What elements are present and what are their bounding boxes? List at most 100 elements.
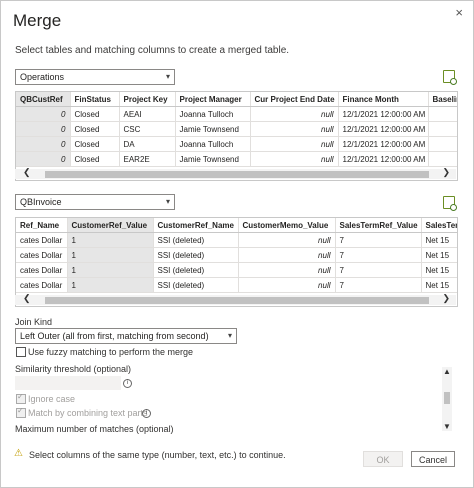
info-icon: i [123, 379, 132, 388]
table-cell: 1 [67, 232, 154, 248]
table-cell [428, 106, 457, 122]
scroll-left-icon[interactable]: ❮ [23, 167, 31, 178]
table-cell: null [250, 136, 339, 152]
column-header[interactable]: CustomerRef_Value [67, 218, 154, 233]
ok-button[interactable]: OK [363, 451, 403, 467]
scroll-left-icon[interactable]: ❮ [23, 293, 31, 304]
column-header[interactable]: Finance Month [338, 92, 429, 107]
table-row: cates Dollar 1 SSI (deleted) null 7 Net 15 [16, 262, 457, 278]
first-table-hscroll[interactable]: ❮ ❯ [15, 167, 456, 179]
table-row: cates Dollar 1 SSI (deleted) null 7 Net 15 [16, 247, 457, 263]
chevron-down-icon: ▾ [227, 331, 232, 340]
column-header[interactable]: CustomerRef_Name [153, 218, 239, 233]
second-table-hscroll[interactable]: ❮ ❯ [15, 293, 456, 305]
table-cell: Net 15 [421, 262, 457, 278]
column-header[interactable]: Ref_Name [16, 218, 68, 233]
table-cell: 0 [16, 151, 71, 167]
table-cell [428, 151, 457, 167]
table-cell: 7 [335, 247, 422, 263]
table-cell: cates Dollar [16, 232, 68, 248]
table-row: 0 Closed AEAI Joanna Tulloch null 12/1/2021 1… [16, 106, 457, 122]
chevron-down-icon: ▾ [165, 72, 170, 81]
table-cell: AEAI [119, 106, 176, 122]
info-icon: i [142, 409, 151, 418]
scroll-right-icon[interactable]: ❯ [442, 167, 450, 178]
join-kind-label: Join Kind [15, 317, 53, 327]
combine-text-parts-label: Match by combining text parts [28, 408, 148, 418]
ignore-case-checkbox[interactable] [16, 392, 26, 404]
table-cell: 1 [67, 247, 154, 263]
table-cell: Closed [70, 106, 120, 122]
scroll-down-icon[interactable]: ▼ [443, 422, 451, 431]
table-cell: Joanna Tulloch [175, 136, 251, 152]
table-cell: Net 15 [421, 247, 457, 263]
table-cell: Jamie Townsend [175, 121, 251, 137]
table-cell: SSI (deleted) [153, 277, 239, 293]
table-cell: 1 [67, 262, 154, 278]
combine-text-parts-checkbox[interactable] [16, 406, 26, 418]
table-row: cates Dollar 1 SSI (deleted) null 7 Net 15 [16, 277, 457, 293]
max-matches-label: Maximum number of matches (optional) [15, 424, 174, 434]
similarity-threshold-input[interactable] [15, 376, 121, 390]
scroll-thumb[interactable] [444, 392, 450, 404]
fuzzy-matching-checkbox[interactable] [16, 347, 26, 357]
table-cell: null [238, 277, 336, 293]
column-header[interactable]: Project Key [119, 92, 176, 107]
scroll-up-icon[interactable]: ▲ [443, 367, 451, 376]
table-cell: null [238, 232, 336, 248]
table-cell: 0 [16, 121, 71, 137]
column-header[interactable]: FinStatus [70, 92, 120, 107]
table-cell: EAR2E [119, 151, 176, 167]
chevron-down-icon: ▾ [165, 197, 170, 206]
table-cell: cates Dollar [16, 277, 68, 293]
table-cell: Closed [70, 151, 120, 167]
scroll-thumb[interactable] [45, 171, 429, 178]
refresh-preview-icon[interactable] [443, 70, 457, 85]
table-cell: null [250, 151, 339, 167]
table-cell: 12/1/2021 12:00:00 AM [338, 136, 429, 152]
dialog-title: Merge [13, 11, 62, 30]
table-row: 0 Closed CSC Jamie Townsend null 12/1/2021 12… [16, 121, 457, 137]
column-header[interactable]: Project Manager [175, 92, 251, 107]
join-kind-select-value: Left Outer (all from first, matching fro… [20, 331, 209, 341]
table-cell: SSI (deleted) [153, 262, 239, 278]
table-cell: 12/1/2021 12:00:00 AM [338, 121, 429, 137]
scroll-thumb[interactable] [45, 297, 429, 304]
table-cell: CSC [119, 121, 176, 137]
similarity-threshold-label: Similarity threshold (optional) [15, 364, 132, 374]
table-cell: cates Dollar [16, 247, 68, 263]
column-header[interactable]: SalesTer [421, 218, 457, 233]
warning-icon: ⚠ [14, 448, 23, 459]
column-header[interactable]: Baseline [428, 92, 457, 107]
second-table-select[interactable]: QBInvoice ▾ [15, 194, 175, 210]
cancel-button[interactable]: Cancel [411, 451, 455, 467]
table-cell: null [238, 262, 336, 278]
table-row: 0 Closed DA Joanna Tulloch null 12/1/2021 12:… [16, 136, 457, 152]
table-cell [428, 136, 457, 152]
table-cell: 0 [16, 106, 71, 122]
dialog-subtitle: Select tables and matching columns to cr… [15, 45, 290, 56]
warning-message: Select columns of the same type (number,… [29, 450, 286, 460]
table-row: 0 Closed EAR2E Jamie Townsend null 12/1/2021 … [16, 151, 457, 167]
table-cell: null [250, 121, 339, 137]
column-header[interactable]: QBCustRef [16, 92, 71, 107]
refresh-preview-icon[interactable] [443, 196, 457, 211]
first-table-select[interactable]: Operations ▾ [15, 69, 175, 85]
column-header[interactable]: Cur Project End Date [250, 92, 339, 107]
scroll-right-icon[interactable]: ❯ [442, 293, 450, 304]
table-cell: null [250, 106, 339, 122]
table-cell: Net 15 [421, 277, 457, 293]
close-icon[interactable]: × [455, 5, 463, 20]
column-header[interactable]: SalesTermRef_Value [335, 218, 422, 233]
join-kind-select[interactable]: Left Outer (all from first, matching fro… [15, 328, 237, 344]
table-cell: Net 15 [421, 232, 457, 248]
table-cell: 12/1/2021 12:00:00 AM [338, 151, 429, 167]
table-cell: Jamie Townsend [175, 151, 251, 167]
options-vscroll[interactable]: ▲ ▼ [442, 367, 452, 431]
first-table-select-value: Operations [20, 72, 65, 82]
column-header[interactable]: CustomerMemo_Value [238, 218, 336, 233]
table-cell: 7 [335, 262, 422, 278]
table-cell: Closed [70, 136, 120, 152]
table-cell: 1 [67, 277, 154, 293]
table-cell: 12/1/2021 12:00:00 AM [338, 106, 429, 122]
